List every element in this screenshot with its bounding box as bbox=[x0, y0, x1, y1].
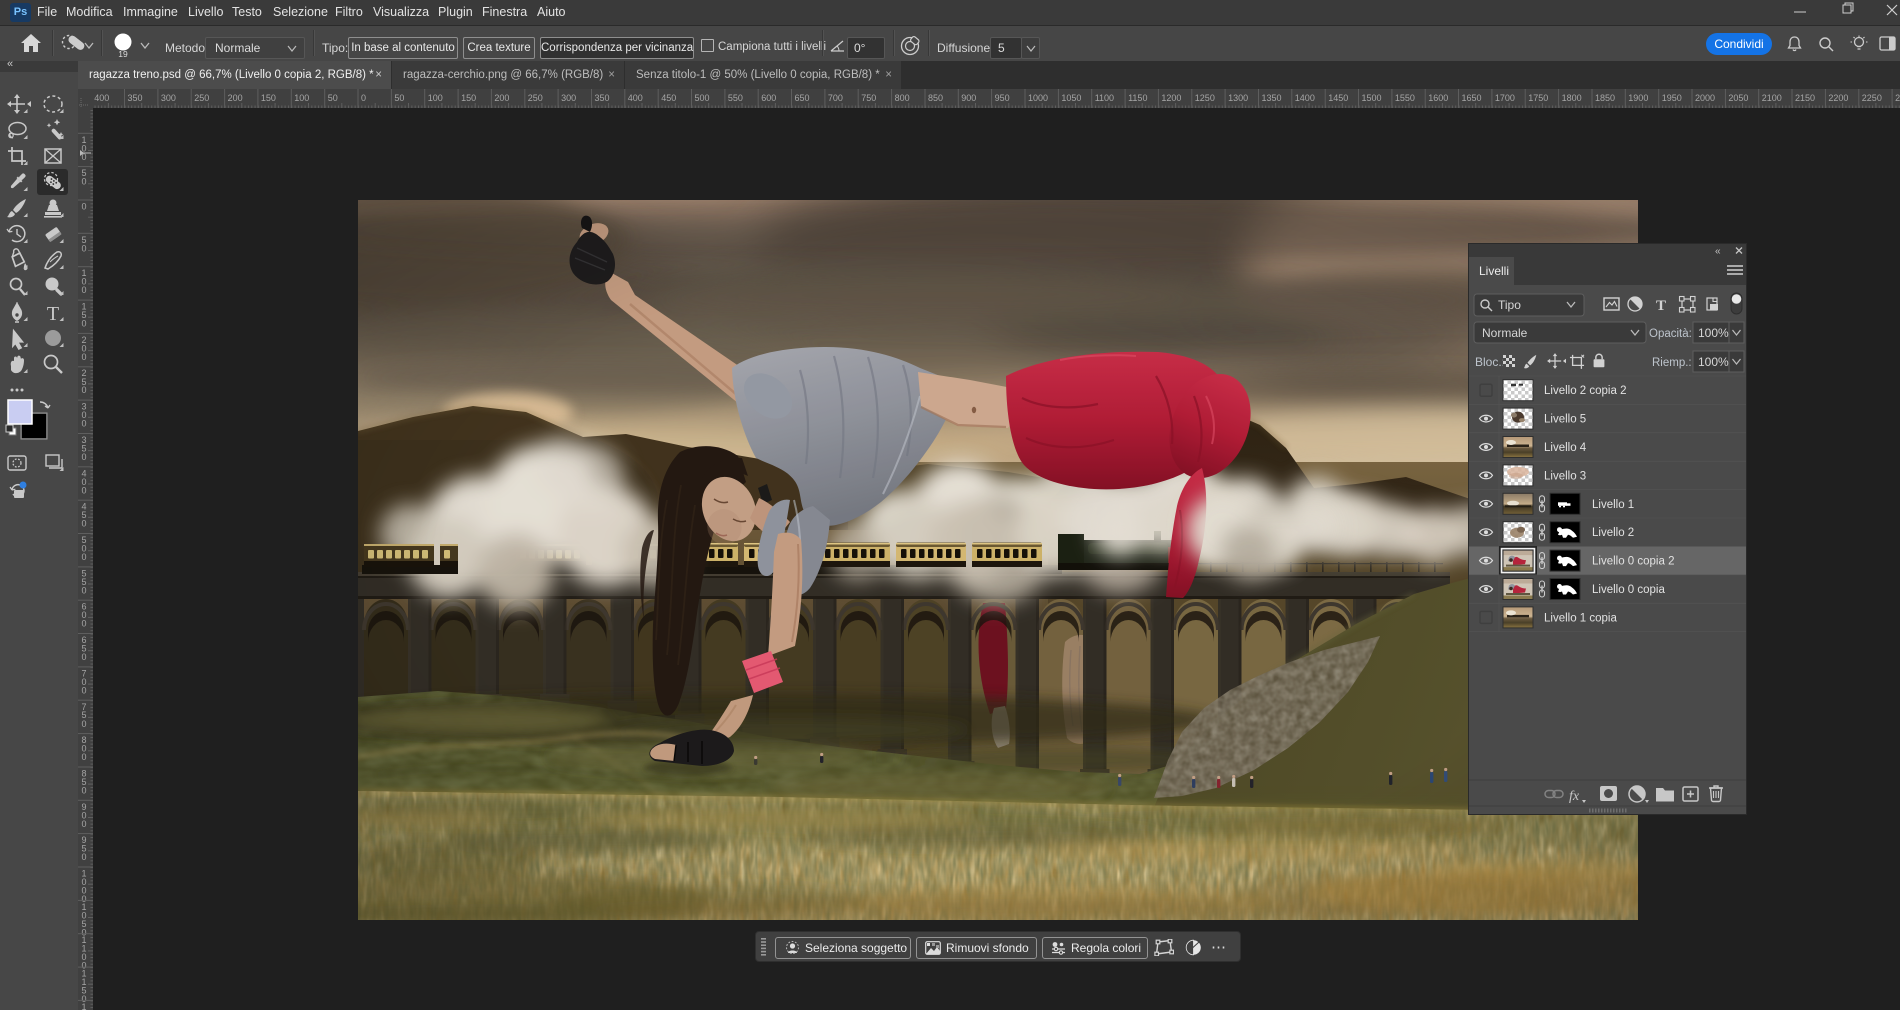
svg-text:Tipo: Tipo bbox=[1498, 298, 1521, 312]
svg-text:700: 700 bbox=[828, 93, 843, 103]
svg-text:50: 50 bbox=[394, 93, 404, 103]
svg-text:0: 0 bbox=[82, 652, 87, 662]
svg-text:Normale: Normale bbox=[1482, 326, 1528, 340]
svg-text:Livello 0 copia: Livello 0 copia bbox=[1592, 584, 1665, 596]
svg-text:1300: 1300 bbox=[1228, 93, 1248, 103]
svg-text:400: 400 bbox=[628, 93, 643, 103]
svg-text:0: 0 bbox=[82, 419, 87, 429]
svg-text:300: 300 bbox=[161, 93, 176, 103]
svg-text:0: 0 bbox=[82, 685, 87, 695]
svg-text:150: 150 bbox=[461, 93, 476, 103]
svg-text:0: 0 bbox=[82, 285, 87, 295]
svg-text:1800: 1800 bbox=[1562, 93, 1582, 103]
svg-text:250: 250 bbox=[528, 93, 543, 103]
svg-text:Livello 1: Livello 1 bbox=[1592, 499, 1634, 511]
svg-text:0: 0 bbox=[82, 752, 87, 762]
svg-text:0: 0 bbox=[82, 719, 87, 729]
svg-text:0: 0 bbox=[82, 319, 87, 329]
svg-text:Livello 2: Livello 2 bbox=[1592, 527, 1634, 539]
svg-text:Bloc.:: Bloc.: bbox=[1475, 355, 1505, 369]
svg-text:0: 0 bbox=[82, 352, 87, 362]
svg-text:2100: 2100 bbox=[1762, 93, 1782, 103]
svg-text:1050: 1050 bbox=[1061, 93, 1081, 103]
svg-text:Opacità:: Opacità: bbox=[1649, 328, 1692, 340]
svg-text:«: « bbox=[1715, 246, 1721, 257]
svg-text:1700: 1700 bbox=[1495, 93, 1515, 103]
svg-text:1950: 1950 bbox=[1662, 93, 1682, 103]
svg-text:0: 0 bbox=[82, 585, 87, 595]
svg-text:1150: 1150 bbox=[1128, 93, 1147, 103]
svg-text:450: 450 bbox=[661, 93, 676, 103]
svg-text:350: 350 bbox=[595, 93, 610, 103]
svg-text:0: 0 bbox=[82, 385, 87, 395]
svg-text:1500: 1500 bbox=[1362, 93, 1382, 103]
svg-text:Livelli: Livelli bbox=[1479, 264, 1509, 278]
svg-text:0: 0 bbox=[82, 452, 87, 462]
svg-text:100: 100 bbox=[294, 93, 309, 103]
svg-text:100: 100 bbox=[428, 93, 443, 103]
svg-text:100%: 100% bbox=[1698, 355, 1729, 369]
svg-text:1900: 1900 bbox=[1628, 93, 1648, 103]
svg-text:0: 0 bbox=[82, 202, 87, 212]
svg-text:1600: 1600 bbox=[1428, 93, 1448, 103]
svg-text:Livello 3: Livello 3 bbox=[1544, 470, 1586, 482]
svg-text:150: 150 bbox=[261, 93, 276, 103]
svg-text:1250: 1250 bbox=[1195, 93, 1215, 103]
svg-text:650: 650 bbox=[795, 93, 810, 103]
svg-text:550: 550 bbox=[728, 93, 743, 103]
svg-text:200: 200 bbox=[228, 93, 243, 103]
svg-text:500: 500 bbox=[695, 93, 710, 103]
svg-text:0: 0 bbox=[82, 619, 87, 629]
svg-text:T: T bbox=[47, 303, 59, 325]
svg-text:0: 0 bbox=[82, 786, 87, 796]
svg-text:Livello 4: Livello 4 bbox=[1544, 442, 1587, 454]
svg-text:1750: 1750 bbox=[1528, 93, 1548, 103]
svg-text:1850: 1850 bbox=[1595, 93, 1615, 103]
svg-text:100%: 100% bbox=[1698, 326, 1729, 340]
svg-text:50: 50 bbox=[328, 93, 338, 103]
svg-text:2150: 2150 bbox=[1795, 93, 1815, 103]
svg-text:0: 0 bbox=[82, 177, 87, 187]
svg-text:0: 0 bbox=[82, 819, 87, 829]
svg-text:0: 0 bbox=[82, 552, 87, 562]
svg-text:2300: 2300 bbox=[1895, 93, 1900, 103]
svg-text:1000: 1000 bbox=[1028, 93, 1048, 103]
svg-text:1200: 1200 bbox=[1161, 93, 1181, 103]
svg-text:19: 19 bbox=[118, 49, 128, 59]
svg-text:1100: 1100 bbox=[1095, 93, 1114, 103]
svg-text:200: 200 bbox=[494, 93, 509, 103]
svg-text:1350: 1350 bbox=[1262, 93, 1282, 103]
svg-text:950: 950 bbox=[995, 93, 1010, 103]
svg-text:Livello 0 copia 2: Livello 0 copia 2 bbox=[1592, 556, 1674, 568]
svg-text:750: 750 bbox=[861, 93, 876, 103]
svg-text:0: 0 bbox=[82, 243, 87, 253]
svg-text:1550: 1550 bbox=[1395, 93, 1415, 103]
svg-text:350: 350 bbox=[128, 93, 143, 103]
svg-text:Riemp.:: Riemp.: bbox=[1652, 357, 1692, 369]
svg-text:T: T bbox=[1656, 298, 1666, 314]
svg-text:1: 1 bbox=[82, 1002, 87, 1010]
svg-text:1400: 1400 bbox=[1295, 93, 1315, 103]
svg-text:850: 850 bbox=[928, 93, 943, 103]
svg-text:2050: 2050 bbox=[1728, 93, 1748, 103]
svg-text:0: 0 bbox=[82, 852, 87, 862]
svg-text:Livello 5: Livello 5 bbox=[1544, 414, 1586, 426]
svg-text:2000: 2000 bbox=[1695, 93, 1715, 103]
svg-text:Livello 1 copia: Livello 1 copia bbox=[1544, 612, 1617, 624]
svg-text:0: 0 bbox=[82, 485, 87, 495]
svg-text:0: 0 bbox=[82, 519, 87, 529]
svg-text:300: 300 bbox=[561, 93, 576, 103]
svg-text:400: 400 bbox=[94, 93, 109, 103]
svg-text:2200: 2200 bbox=[1828, 93, 1848, 103]
svg-text:1450: 1450 bbox=[1328, 93, 1348, 103]
svg-text:600: 600 bbox=[761, 93, 776, 103]
svg-text:fx: fx bbox=[1569, 789, 1580, 804]
svg-text:800: 800 bbox=[895, 93, 910, 103]
svg-text:Livello 2 copia 2: Livello 2 copia 2 bbox=[1544, 385, 1626, 397]
svg-text:250: 250 bbox=[194, 93, 209, 103]
svg-text:2250: 2250 bbox=[1862, 93, 1882, 103]
svg-text:0: 0 bbox=[361, 93, 366, 103]
svg-text:900: 900 bbox=[961, 93, 976, 103]
svg-text:1650: 1650 bbox=[1462, 93, 1482, 103]
